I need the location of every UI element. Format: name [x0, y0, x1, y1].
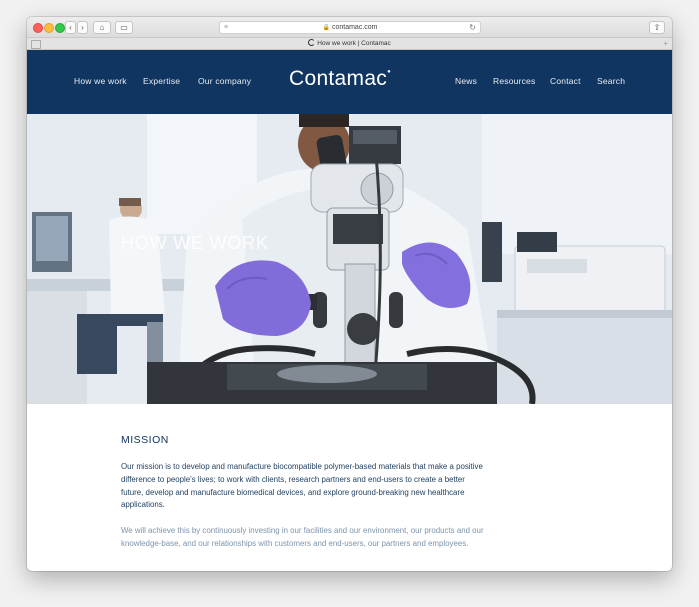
share-icon: ⇧ [653, 23, 661, 32]
nav-search[interactable]: Search [597, 76, 625, 86]
contamac-favicon-icon [308, 39, 316, 46]
nav-contact[interactable]: Contact [550, 76, 581, 86]
tab-bar: How we work | Contamac + [27, 38, 672, 50]
browser-window: ‹ › ⌂ ▭ ≡ 🔒 contamac.com ↻ ⇧ How we work … [27, 17, 672, 571]
nav-our-company[interactable]: Our company [198, 76, 251, 86]
nav-expertise[interactable]: Expertise [143, 76, 180, 86]
minimize-window-button[interactable] [44, 23, 54, 33]
mission-heading: MISSION [121, 434, 169, 446]
browser-toolbar: ‹ › ⌂ ▭ ≡ 🔒 contamac.com ↻ ⇧ [27, 17, 672, 38]
site-header: How we work Expertise Our company Contam… [27, 50, 672, 114]
home-button[interactable]: ⌂ [93, 21, 111, 34]
lock-icon: 🔒 [322, 25, 330, 31]
tab-title: How we work | Contamac [317, 40, 391, 47]
registered-mark-icon: ● [387, 69, 392, 75]
hero-lab-image [27, 114, 672, 404]
reader-icon[interactable]: ≡ [224, 22, 228, 33]
sidebar-button[interactable]: ▭ [115, 21, 133, 34]
tab-overview-icon[interactable] [31, 40, 41, 49]
contamac-logo[interactable]: Contamac● [289, 67, 391, 91]
address-bar[interactable]: ≡ 🔒 contamac.com ↻ [219, 21, 481, 34]
home-icon: ⌂ [99, 23, 105, 32]
sidebar-icon: ▭ [120, 23, 128, 32]
close-window-button[interactable] [33, 23, 43, 33]
new-tab-icon[interactable]: + [663, 38, 668, 49]
url-text: contamac.com [331, 24, 378, 31]
forward-button[interactable]: › [77, 21, 88, 34]
commitment-paragraph: We will achieve this by continuously inv… [121, 526, 484, 548]
reload-icon[interactable]: ↻ [469, 22, 476, 33]
nav-news[interactable]: News [455, 76, 477, 86]
nav-resources[interactable]: Resources [493, 76, 535, 86]
back-button[interactable]: ‹ [65, 21, 76, 34]
chevron-right-icon: › [81, 23, 84, 32]
share-button[interactable]: ⇧ [649, 21, 665, 34]
nav-how-we-work[interactable]: How we work [74, 76, 127, 86]
tab-active[interactable]: How we work | Contamac [308, 39, 391, 47]
zoom-window-button[interactable] [55, 23, 65, 33]
hero-banner: HOW WE WORK [27, 114, 672, 404]
mission-paragraph: Our mission is to develop and manufactur… [121, 462, 483, 510]
logo-text: Contamac [289, 67, 388, 90]
hero-title: HOW WE WORK [121, 233, 269, 253]
chevron-left-icon: ‹ [69, 23, 72, 32]
